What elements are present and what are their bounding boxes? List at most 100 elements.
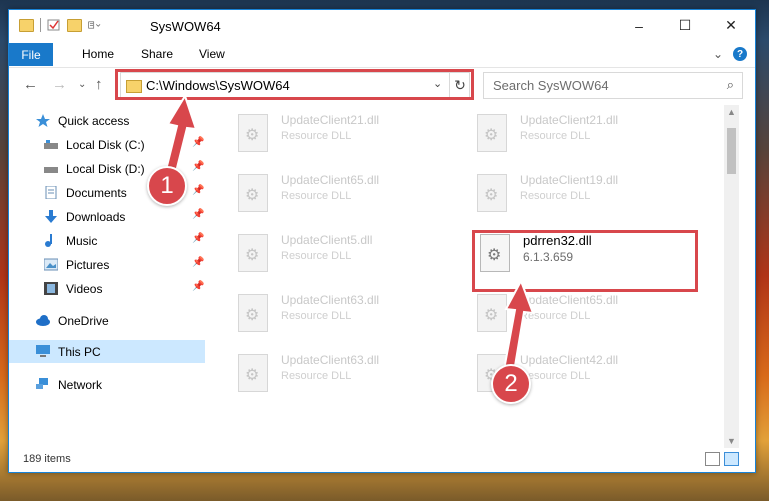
recent-locations-button[interactable]: ⌄ [78, 79, 86, 90]
sidebar-item-quick-access[interactable]: Quick access [36, 109, 129, 132]
sidebar-item-label: Downloads [66, 209, 126, 224]
scroll-down-icon[interactable]: ▼ [727, 436, 736, 446]
list-item[interactable]: UpdateClient65.dll Resource DLL [238, 172, 458, 222]
sidebar-item-label: Network [58, 377, 103, 392]
step-badge-2: 2 [491, 364, 531, 404]
sidebar-item-label: OneDrive [58, 313, 109, 328]
sidebar-item-documents[interactable]: Documents [44, 181, 127, 204]
file-name: UpdateClient65.dll [281, 173, 380, 187]
file-type: Resource DLL [281, 310, 352, 322]
scroll-up-icon[interactable]: ▲ [727, 107, 736, 117]
ribbon-tabs: File Home Share View ⌄ ? [9, 43, 755, 66]
list-item[interactable]: UpdateClient65.dll Resource DLL [477, 292, 697, 342]
navigation-bar: ← → ⌄ ↑ C:\Windows\SysWOW64 ⌄ ↻ Search S… [9, 67, 755, 104]
file-name: UpdateClient19.dll [520, 173, 619, 187]
file-type: Resource DLL [281, 250, 352, 262]
vertical-scrollbar[interactable]: ▲ ▼ [724, 105, 739, 448]
dll-file-icon [477, 114, 507, 152]
dll-file-icon [477, 294, 507, 332]
window-title: SysWOW64 [150, 19, 221, 34]
file-type: Resource DLL [281, 370, 352, 382]
tab-share[interactable]: Share [141, 47, 173, 61]
sidebar-item-label: This PC [58, 344, 101, 359]
sidebar-item-local-disk-c[interactable]: Local Disk (C:) [44, 133, 145, 156]
back-button[interactable]: ← [23, 76, 38, 93]
tiles-view-icon[interactable] [724, 452, 739, 466]
network-icon [36, 378, 48, 389]
step-badge-1: 1 [147, 166, 187, 206]
close-button[interactable]: ✕ [708, 10, 754, 41]
up-button[interactable]: ↑ [95, 76, 103, 93]
properties-icon[interactable] [47, 19, 61, 31]
file-highlight-box [472, 230, 698, 292]
pin-icon[interactable]: 📌 [192, 137, 204, 148]
forward-button[interactable]: → [52, 76, 67, 93]
file-name: UpdateClient42.dll [520, 353, 619, 367]
music-icon [45, 234, 52, 247]
file-type: Resource DLL [281, 130, 352, 142]
help-icon[interactable]: ? [733, 47, 747, 61]
navigation-pane: Quick access Local Disk (C:) Local Disk … [9, 105, 205, 448]
list-item[interactable]: UpdateClient21.dll Resource DLL [477, 112, 697, 162]
minimize-button[interactable]: – [616, 10, 662, 41]
dll-file-icon [238, 294, 268, 332]
details-view-icon[interactable] [705, 452, 720, 466]
sidebar-item-pictures[interactable]: Pictures [44, 253, 109, 276]
pin-icon[interactable]: 📌 [192, 209, 204, 220]
pin-icon[interactable]: 📌 [192, 185, 204, 196]
dll-file-icon [238, 114, 268, 152]
tab-file[interactable]: File [9, 43, 53, 66]
separator [40, 18, 41, 32]
star-icon [36, 114, 50, 127]
list-item[interactable]: UpdateClient63.dll Resource DLL [238, 352, 458, 402]
sidebar-item-network[interactable]: Network [36, 373, 102, 396]
file-type: Resource DLL [281, 190, 352, 202]
quick-access-toolbar [19, 18, 102, 32]
file-name: UpdateClient21.dll [520, 113, 619, 127]
sidebar-item-label: Videos [66, 281, 103, 296]
search-icon[interactable]: ⌕ [727, 77, 734, 93]
sidebar-item-label: Documents [66, 185, 127, 200]
pin-icon[interactable]: 📌 [192, 233, 204, 244]
documents-icon [45, 186, 57, 199]
sidebar-item-music[interactable]: Music [44, 229, 97, 252]
sidebar-item-label: Local Disk (D:) [66, 161, 145, 176]
scroll-thumb[interactable] [727, 128, 736, 174]
title-bar: SysWOW64 – ☐ ✕ [9, 10, 755, 43]
folder-icon [19, 18, 34, 32]
expand-ribbon-icon[interactable]: ⌄ [713, 47, 723, 61]
list-item[interactable]: UpdateClient19.dll Resource DLL [477, 172, 697, 222]
sidebar-item-this-pc[interactable]: This PC [9, 340, 205, 363]
sidebar-item-local-disk-d[interactable]: Local Disk (D:) [44, 157, 145, 180]
drive-icon [44, 167, 58, 173]
pin-icon[interactable]: 📌 [192, 257, 204, 268]
pin-icon[interactable]: 📌 [192, 161, 204, 172]
new-folder-icon[interactable] [67, 18, 82, 32]
file-type: Resource DLL [520, 190, 591, 202]
tab-view[interactable]: View [199, 47, 225, 61]
sidebar-item-videos[interactable]: Videos [44, 277, 102, 300]
sidebar-item-label: Local Disk (C:) [66, 137, 145, 152]
customize-toolbar-icon[interactable] [88, 19, 102, 31]
sidebar-item-downloads[interactable]: Downloads [44, 205, 125, 228]
status-bar: 189 items [9, 448, 755, 472]
file-name: UpdateClient65.dll [520, 293, 619, 307]
pin-icon[interactable]: 📌 [192, 281, 204, 292]
sidebar-item-label: Music [66, 233, 98, 248]
sidebar-item-label: Pictures [66, 257, 110, 272]
explorer-window: SysWOW64 – ☐ ✕ File Home Share View ⌄ ? … [8, 9, 756, 473]
file-name: UpdateClient5.dll [281, 233, 373, 247]
list-item[interactable]: UpdateClient63.dll Resource DLL [238, 292, 458, 342]
list-item[interactable]: UpdateClient21.dll Resource DLL [238, 112, 458, 162]
pictures-icon [44, 258, 58, 271]
sidebar-item-onedrive[interactable]: OneDrive [36, 309, 109, 332]
dll-file-icon [477, 174, 507, 212]
cloud-icon [36, 315, 50, 326]
search-input[interactable]: Search SysWOW64 ⌕ [483, 72, 743, 99]
videos-icon [44, 282, 58, 295]
file-name: UpdateClient21.dll [281, 113, 380, 127]
drive-icon [44, 140, 58, 149]
maximize-button[interactable]: ☐ [662, 10, 708, 41]
list-item[interactable]: UpdateClient5.dll Resource DLL [238, 232, 458, 282]
tab-home[interactable]: Home [82, 47, 114, 61]
